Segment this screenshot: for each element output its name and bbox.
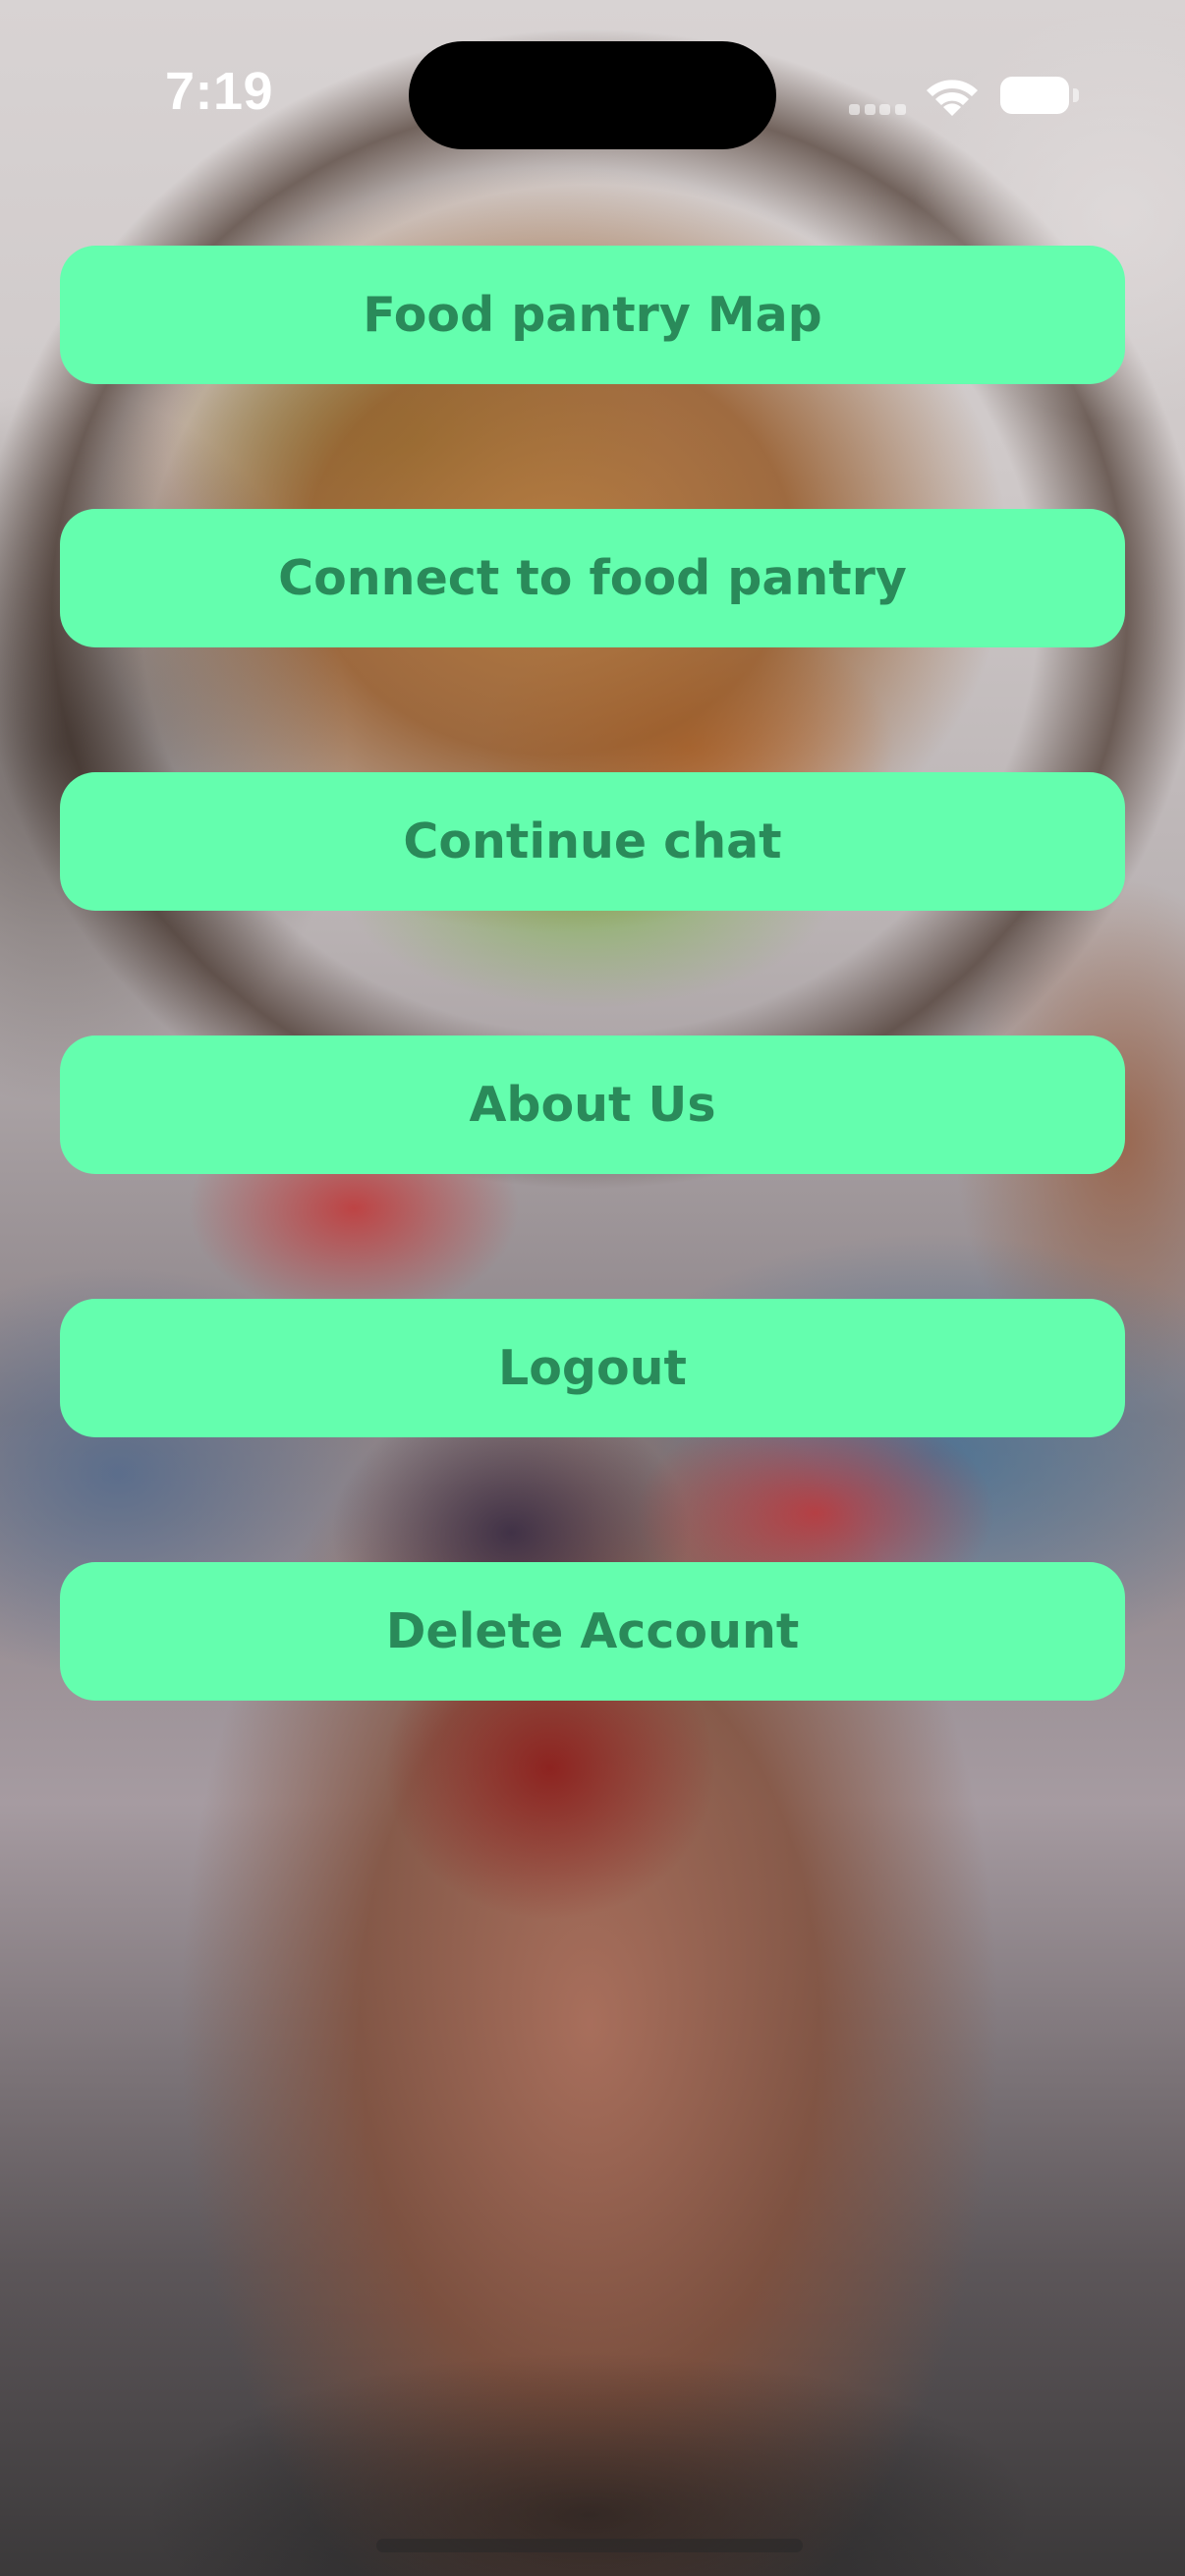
cellular-signal-icon xyxy=(849,102,906,116)
delete-account-button[interactable]: Delete Account xyxy=(60,1562,1125,1701)
status-bar: 7:19 xyxy=(0,0,1185,196)
logout-button[interactable]: Logout xyxy=(60,1299,1125,1437)
connect-to-food-pantry-button[interactable]: Connect to food pantry xyxy=(60,509,1125,647)
about-us-button[interactable]: About Us xyxy=(60,1036,1125,1174)
battery-icon xyxy=(1000,77,1079,116)
continue-chat-button[interactable]: Continue chat xyxy=(60,772,1125,911)
home-indicator[interactable] xyxy=(376,2539,803,2552)
wifi-icon xyxy=(927,80,978,116)
status-time: 7:19 xyxy=(165,62,274,121)
app-screen: 7:19 Food pantry Map Connect to food pan… xyxy=(0,0,1185,2576)
dynamic-island xyxy=(409,41,776,149)
main-menu: Food pantry Map Connect to food pantry C… xyxy=(60,246,1125,1825)
food-pantry-map-button[interactable]: Food pantry Map xyxy=(60,246,1125,384)
